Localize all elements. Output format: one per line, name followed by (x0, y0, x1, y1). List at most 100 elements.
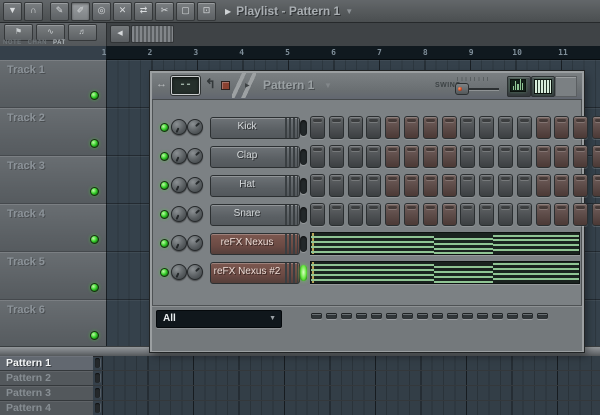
rack-pattern-title[interactable]: Pattern 1 (263, 78, 314, 92)
delete-tool-button[interactable]: ◎ (92, 1, 111, 21)
track-led-green[interactable] (90, 235, 99, 244)
zoom-tool-button[interactable]: ⊡ (197, 1, 216, 21)
pattern-grid-row[interactable] (102, 356, 600, 370)
step-cell[interactable] (328, 203, 344, 226)
mute-tool-button[interactable]: ✕ (113, 1, 132, 21)
step-cell[interactable] (479, 174, 495, 197)
step-cell[interactable] (479, 145, 495, 168)
step-cell[interactable] (516, 116, 532, 139)
pattern-grid-row[interactable] (102, 386, 600, 400)
pan-knob[interactable] (171, 206, 187, 222)
pattern-row[interactable]: Pattern 2 (0, 371, 600, 386)
piano-roll-preview[interactable] (310, 232, 580, 255)
step-cell[interactable] (422, 145, 438, 168)
graph-editor-button[interactable] (507, 76, 531, 97)
undo-icon[interactable]: ↰ (205, 76, 216, 92)
step-page-dash[interactable] (311, 313, 322, 319)
step-cell[interactable] (403, 203, 419, 226)
record-square-icon[interactable] (221, 81, 230, 90)
snap-button[interactable]: ∩ (24, 1, 43, 21)
step-cell[interactable] (573, 174, 589, 197)
step-cell[interactable] (441, 203, 457, 226)
picker-label-note[interactable]: NOTE (3, 40, 22, 46)
step-cell[interactable] (535, 203, 551, 226)
step-page-dash[interactable] (431, 313, 443, 319)
chevron-down-icon[interactable]: ▼ (324, 81, 332, 90)
pattern-label-area[interactable]: Pattern 3 (0, 386, 93, 400)
channel-led-green[interactable] (160, 268, 169, 277)
pan-knob[interactable] (171, 264, 187, 280)
slice-tool-button[interactable]: ✂ (155, 1, 174, 21)
track-led-green[interactable] (90, 139, 99, 148)
channel-selector-led[interactable] (300, 149, 307, 165)
step-page-dash[interactable] (386, 313, 398, 319)
step-cell[interactable] (573, 145, 589, 168)
step-cell[interactable] (385, 203, 401, 226)
step-page-dash[interactable] (461, 313, 473, 319)
playlist-timeline[interactable]: 1 2 3 4 5 6 7 8 9 10 11 (102, 46, 600, 60)
pattern-label-area[interactable]: Pattern 2 (0, 371, 93, 385)
track-row[interactable]: Track 2 (0, 108, 106, 156)
pattern-label-area[interactable]: Pattern 4 (0, 401, 93, 415)
step-cell[interactable] (328, 174, 344, 197)
step-cell[interactable] (366, 145, 382, 168)
step-cell[interactable] (366, 203, 382, 226)
step-cell[interactable] (591, 145, 600, 168)
step-cell[interactable] (328, 116, 344, 139)
track-row[interactable]: Track 6 (0, 300, 106, 348)
chevron-down-icon[interactable]: ▼ (345, 7, 353, 16)
step-page-dash[interactable] (401, 313, 413, 319)
channel-selector-led[interactable] (300, 265, 307, 281)
channel-button[interactable]: Hat (210, 175, 300, 197)
step-cell[interactable] (347, 174, 363, 197)
step-cell[interactable] (497, 145, 513, 168)
channel-led-green[interactable] (160, 152, 169, 161)
rack-lcd-display[interactable]: -- (170, 75, 201, 96)
slip-tool-button[interactable]: ⇄ (134, 1, 153, 21)
horizontal-scrollbar-grip[interactable] (131, 25, 174, 43)
step-cell[interactable] (441, 174, 457, 197)
step-cell[interactable] (516, 145, 532, 168)
channel-rack-titlebar[interactable]: ↔ -- ↰ ▶ Pattern 1 ▼ SWING (152, 73, 582, 100)
channel-button[interactable]: reFX Nexus (210, 233, 300, 255)
step-cell[interactable] (573, 116, 589, 139)
step-cell[interactable] (441, 116, 457, 139)
playlist-titlebar[interactable]: ▶ Playlist - Pattern 1 ▼ (225, 4, 353, 18)
channel-led-green[interactable] (160, 210, 169, 219)
step-page-dash[interactable] (537, 313, 549, 319)
channel-button[interactable]: Clap (210, 146, 300, 168)
volume-knob[interactable] (187, 235, 203, 251)
pattern-grid-row[interactable] (102, 371, 600, 385)
step-page-dash[interactable] (446, 313, 458, 319)
step-page-dash[interactable] (477, 313, 489, 319)
track-led-green[interactable] (90, 331, 99, 340)
pattern-grid-row[interactable] (102, 401, 600, 415)
step-cell[interactable] (347, 116, 363, 139)
resize-horizontal-icon[interactable]: ↔ (156, 78, 167, 90)
pattern-label-area[interactable]: Pattern 1 (0, 356, 93, 370)
step-cell[interactable] (554, 116, 570, 139)
step-cell[interactable] (310, 174, 325, 197)
step-cell[interactable] (497, 203, 513, 226)
step-cell[interactable] (403, 116, 419, 139)
step-cell[interactable] (328, 145, 344, 168)
step-cell[interactable] (366, 116, 382, 139)
step-cell[interactable] (591, 174, 600, 197)
notes-picker-button[interactable]: ♬ (68, 24, 97, 41)
channel-selector-led[interactable] (300, 207, 307, 223)
track-row[interactable]: Track 3 (0, 156, 106, 204)
keyboard-editor-button[interactable] (531, 76, 555, 97)
step-cell[interactable] (573, 203, 589, 226)
channel-led-green[interactable] (160, 239, 169, 248)
pan-knob[interactable] (171, 235, 187, 251)
step-cell[interactable] (460, 174, 476, 197)
step-cell[interactable] (422, 203, 438, 226)
pan-knob[interactable] (171, 177, 187, 193)
draw-tool-button[interactable]: ✎ (50, 1, 69, 21)
track-led-green[interactable] (90, 187, 99, 196)
step-cell[interactable] (441, 145, 457, 168)
step-cell[interactable] (497, 116, 513, 139)
channel-button[interactable]: Kick (210, 117, 300, 139)
performance-mode-button[interactable]: ⚑ (4, 24, 33, 41)
step-cell[interactable] (310, 203, 325, 226)
